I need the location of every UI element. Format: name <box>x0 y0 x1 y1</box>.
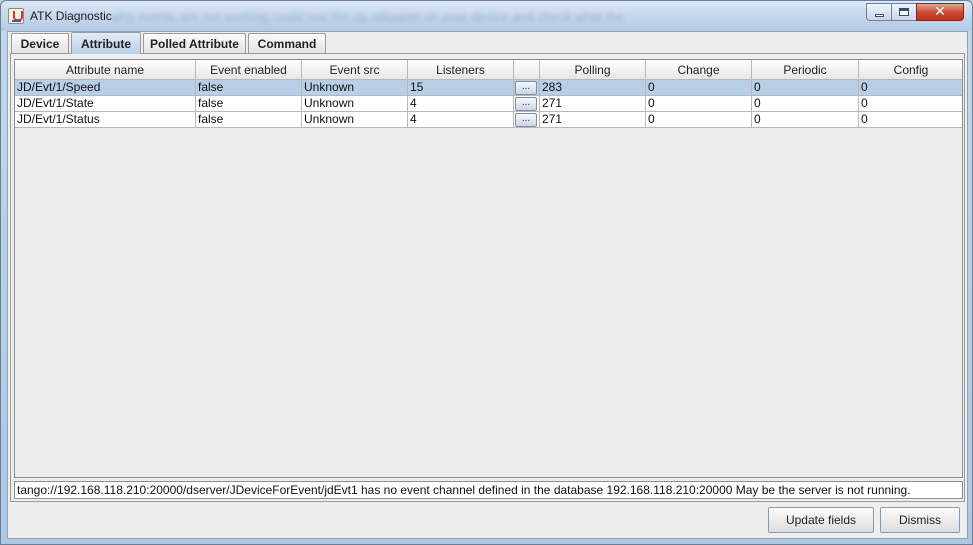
table-row[interactable]: JD/Evt/1/State false Unknown 4 ... 271 0… <box>15 96 962 112</box>
cell-event-enabled: false <box>196 80 302 96</box>
details-button[interactable]: ... <box>515 81 537 95</box>
column-header-listeners[interactable]: Listeners <box>408 60 514 80</box>
column-header-config[interactable]: Config <box>859 60 962 80</box>
cell-polling: 271 <box>540 96 646 112</box>
maximize-button[interactable] <box>891 3 917 21</box>
column-header-attribute-name[interactable]: Attribute name <box>15 60 196 80</box>
tab-command[interactable]: Command <box>248 33 326 54</box>
cell-config: 0 <box>859 80 962 96</box>
close-icon: ✕ <box>934 4 946 20</box>
cell-attribute-name: JD/Evt/1/State <box>15 96 196 112</box>
cell-attribute-name: JD/Evt/1/Status <box>15 112 196 128</box>
java-app-icon <box>8 8 24 24</box>
cell-event-enabled: false <box>196 96 302 112</box>
cell-attribute-name: JD/Evt/1/Speed <box>15 80 196 96</box>
cell-config: 0 <box>859 96 962 112</box>
cell-periodic: 0 <box>752 80 859 96</box>
cell-event-src: Unknown <box>302 80 408 96</box>
close-button[interactable]: ✕ <box>916 3 964 21</box>
cell-event-src: Unknown <box>302 96 408 112</box>
tab-device[interactable]: Device <box>11 33 69 54</box>
background-window-text: why events are not working could you fir… <box>111 9 625 24</box>
dialog-body: Device Attribute Polled Attribute Comman… <box>7 31 968 539</box>
cell-listeners: 15 <box>408 80 514 96</box>
table-row[interactable]: JD/Evt/1/Speed false Unknown 15 ... 283 … <box>15 80 962 96</box>
window: ATK Diagnostic why events are not workin… <box>0 0 973 545</box>
window-title: ATK Diagnostic <box>30 9 112 23</box>
details-button[interactable]: ... <box>515 113 537 127</box>
attribute-table[interactable]: Attribute name Event enabled Event src L… <box>14 59 963 478</box>
cell-listeners: 4 <box>408 96 514 112</box>
cell-polling: 283 <box>540 80 646 96</box>
cell-details: ... <box>514 96 540 112</box>
table-row[interactable]: JD/Evt/1/Status false Unknown 4 ... 271 … <box>15 112 962 128</box>
update-fields-button[interactable]: Update fields <box>768 507 874 533</box>
cell-details: ... <box>514 80 540 96</box>
minimize-button[interactable] <box>866 3 892 21</box>
cell-event-enabled: false <box>196 112 302 128</box>
cell-periodic: 0 <box>752 96 859 112</box>
error-message: tango://192.168.118.210:20000/dserver/JD… <box>14 481 963 499</box>
details-button[interactable]: ... <box>515 97 537 111</box>
table-header: Attribute name Event enabled Event src L… <box>15 60 962 80</box>
cell-listeners: 4 <box>408 112 514 128</box>
tab-polled-attribute[interactable]: Polled Attribute <box>143 33 246 54</box>
cell-details: ... <box>514 112 540 128</box>
column-header-event-src[interactable]: Event src <box>302 60 408 80</box>
maximize-icon <box>899 8 909 16</box>
dismiss-button[interactable]: Dismiss <box>880 507 960 533</box>
cell-config: 0 <box>859 112 962 128</box>
attribute-tab-panel: Attribute name Event enabled Event src L… <box>10 53 965 502</box>
column-header-event-enabled[interactable]: Event enabled <box>196 60 302 80</box>
cell-change: 0 <box>646 112 752 128</box>
column-header-details[interactable] <box>514 60 540 80</box>
cell-change: 0 <box>646 96 752 112</box>
cell-periodic: 0 <box>752 112 859 128</box>
cell-change: 0 <box>646 80 752 96</box>
column-header-polling[interactable]: Polling <box>540 60 646 80</box>
cell-polling: 271 <box>540 112 646 128</box>
tab-attribute[interactable]: Attribute <box>71 32 141 54</box>
cell-event-src: Unknown <box>302 112 408 128</box>
minimize-icon <box>874 13 884 17</box>
column-header-change[interactable]: Change <box>646 60 752 80</box>
title-bar[interactable]: ATK Diagnostic why events are not workin… <box>1 1 972 31</box>
column-header-periodic[interactable]: Periodic <box>752 60 859 80</box>
